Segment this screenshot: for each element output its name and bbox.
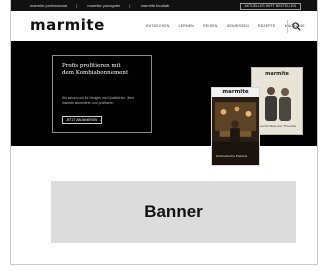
magazine-logo: marmite — [222, 89, 249, 95]
top-link-foodlab[interactable]: marmite foodlab — [141, 3, 170, 8]
header: marmite ENTDECKEN LERNEN REISEN GENIESSE… — [11, 11, 317, 41]
nav-item-geniessen[interactable]: GENIESSEN — [227, 24, 249, 28]
top-links: marmite professional | marmite youngster |… — [30, 3, 170, 8]
promo-text: Wir setzen uns für Neugier und Qualität … — [62, 96, 134, 105]
nav-item-reisen[interactable]: REISEN — [203, 24, 217, 28]
top-link-professional[interactable]: marmite professional — [30, 3, 67, 8]
magazine-logo: marmite — [265, 71, 289, 77]
site-logo[interactable]: marmite — [30, 16, 105, 34]
magazine-cover-front: marmite Kulinarische Heimat — [211, 87, 260, 166]
nav-divider — [287, 20, 288, 33]
cover-photo-people — [265, 87, 291, 121]
subscribe-button[interactable]: JETZT ABONNIEREN → — [62, 116, 102, 124]
search-icon[interactable] — [292, 22, 301, 31]
top-link-youngster[interactable]: marmite youngster — [87, 3, 120, 8]
subscription-promo: Profis profitieren mit dem Kombiabonneme… — [52, 55, 152, 133]
nav-item-lernen[interactable]: LERNEN — [179, 24, 194, 28]
banner-label: Banner — [144, 202, 203, 221]
nav-item-rezepte[interactable]: REZEPTE — [258, 24, 276, 28]
order-issue-button[interactable]: AKTUELLES HEFT BESTELLEN — [239, 3, 301, 10]
magazine-caption: Kulinarische Heimat — [216, 154, 248, 158]
nav-item-entdecken[interactable]: ENTDECKEN — [146, 24, 169, 28]
banner-placeholder[interactable]: Banner — [51, 181, 296, 243]
page-frame: marmite professional | marmite youngster |… — [10, 0, 318, 265]
top-bar: marmite professional | marmite youngster |… — [11, 0, 317, 11]
promo-title: Profis profitieren mit dem Kombiabonneme… — [62, 63, 129, 76]
